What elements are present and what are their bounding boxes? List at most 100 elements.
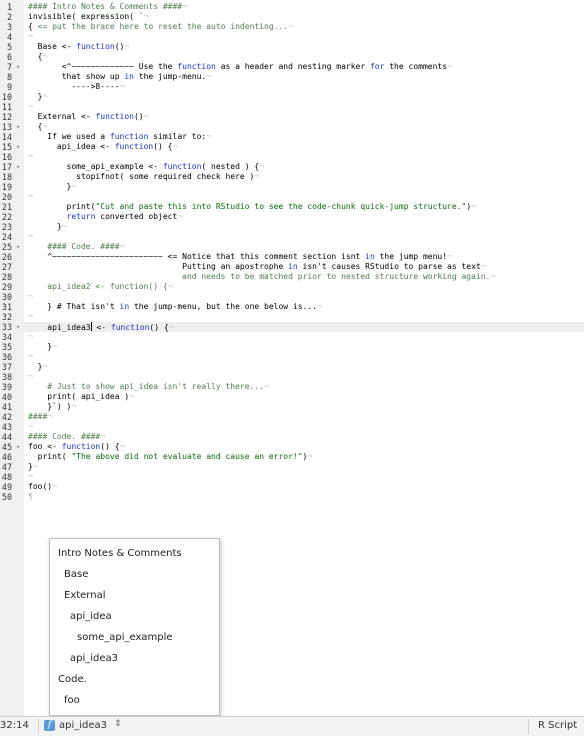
code-line[interactable]: 7 ▾ <^~~~~~~~~~~~~~ Use the function as a… xyxy=(0,62,584,72)
code-line[interactable]: 4 ¬ xyxy=(0,32,584,42)
invisible-char: ¬ xyxy=(119,242,125,251)
code-line[interactable]: 34 ¬ xyxy=(0,332,584,342)
code-line[interactable]: 32 ¬ xyxy=(0,312,584,322)
code-line[interactable]: 43 ¬ xyxy=(0,422,584,432)
code-token: function xyxy=(177,62,216,71)
jump-menu-item[interactable]: Base xyxy=(50,564,219,585)
line-number: 44 xyxy=(1,432,12,442)
code-line[interactable]: 10 }¬ xyxy=(0,92,584,102)
code-line[interactable]: 13 ▾ {¬ xyxy=(0,122,584,132)
code-line[interactable]: 37 }¬ xyxy=(0,362,584,372)
code-token: () { xyxy=(100,442,120,451)
code-line[interactable]: 27 Putting an apostrophe in isn't causes… xyxy=(0,262,584,272)
code-line[interactable]: 47}¬ xyxy=(0,462,584,472)
language-selector[interactable]: R Script xyxy=(538,720,577,731)
code-line[interactable]: 8 that show up in the jump-menu.¬ xyxy=(0,72,584,82)
jump-menu-item[interactable]: api_idea3 xyxy=(50,648,219,669)
code-line[interactable]: 29 api_idea2 <- function() {¬ xyxy=(0,282,584,292)
code-token: () xyxy=(114,42,125,51)
code-text: return converted object¬ xyxy=(28,212,183,222)
code-line[interactable]: 11 ¬ xyxy=(0,102,584,112)
code-text: }¬ xyxy=(28,182,77,192)
code-text: foo()¬ xyxy=(28,482,57,492)
line-number: 3 xyxy=(6,22,12,32)
code-line[interactable]: 20 ¬ xyxy=(0,192,584,202)
code-line[interactable]: 40 print( api_idea )¬ xyxy=(0,392,584,402)
code-text: print( "The above did not evaluate and c… xyxy=(28,452,313,462)
code-line[interactable]: 23 }¬ xyxy=(0,222,584,232)
code-line[interactable]: 24 ¬ xyxy=(0,232,584,242)
line-number: 24 xyxy=(1,232,12,242)
code-line[interactable]: 12 External <- function()¬ xyxy=(0,112,584,122)
line-number: 27 xyxy=(1,262,12,272)
fold-toggle-icon[interactable]: ▾ xyxy=(14,162,22,172)
code-text: ¬ xyxy=(28,232,33,242)
invisible-char: ¬ xyxy=(168,323,174,332)
code-token: foo <- xyxy=(28,442,62,451)
code-text: }¬ xyxy=(28,362,48,372)
jump-menu-item[interactable]: External xyxy=(50,585,219,606)
invisible-char: ¬ xyxy=(28,422,33,431)
jump-menu-item[interactable]: Code. xyxy=(50,669,219,690)
jump-menu-item[interactable]: api_idea xyxy=(50,606,219,627)
invisible-char: ¬ xyxy=(100,432,106,441)
code-text: ¬ xyxy=(28,312,33,322)
code-token: print( api_idea ) xyxy=(28,392,130,401)
code-line[interactable]: 5 Base <- function()¬ xyxy=(0,42,584,52)
code-line[interactable]: 33 ▾ api_idea3 <- function() {¬ xyxy=(0,322,584,332)
fold-toggle-icon[interactable]: ▾ xyxy=(14,122,22,132)
fold-toggle-icon[interactable]: ▾ xyxy=(14,62,22,72)
invisible-char: ¬ xyxy=(119,442,125,451)
jump-menu-item[interactable]: Intro Notes & Comments xyxy=(50,543,219,564)
code-line[interactable]: 30 ¬ xyxy=(0,292,584,302)
line-number: 9 xyxy=(6,82,12,92)
fold-toggle-icon[interactable]: ▾ xyxy=(14,242,22,252)
code-line[interactable]: 17 ▾ some_api_example <- function( nested… xyxy=(0,162,584,172)
code-line[interactable]: 6 {¬ xyxy=(0,52,584,62)
code-line[interactable]: 39 # Just to show api_idea isn't really … xyxy=(0,382,584,392)
code-line[interactable]: 15 ▾ api_idea <- function() {¬ xyxy=(0,142,584,152)
function-jump-button[interactable]: f api_idea3 ⇕ xyxy=(42,718,128,734)
invisible-char: ¬ xyxy=(119,82,125,91)
code-line[interactable]: 3 { <= put the brace here to reset the au… xyxy=(0,22,584,32)
code-line[interactable]: 36 ¬ xyxy=(0,352,584,362)
code-line[interactable]: 41 }`) )¬ xyxy=(0,402,584,412)
code-line[interactable]: 22 return converted object¬ xyxy=(0,212,584,222)
invisible-char: ¬ xyxy=(71,402,77,411)
fold-toggle-icon[interactable]: ▾ xyxy=(14,142,22,152)
fold-toggle-icon[interactable]: ▾ xyxy=(14,442,22,452)
code-line[interactable]: 18 stopifnot( some required check here )… xyxy=(0,172,584,182)
code-line[interactable]: 38 ¬ xyxy=(0,372,584,382)
code-line[interactable]: 14 If we used a function similar to:¬ xyxy=(0,132,584,142)
invisible-char: ¬ xyxy=(42,92,48,101)
jump-menu-popup[interactable]: Intro Notes & Comments Base External api_id… xyxy=(49,538,220,716)
code-line[interactable]: 46 print( "The above did not evaluate an… xyxy=(0,452,584,462)
line-number: 16 xyxy=(1,152,12,162)
code-token: } # That isn't xyxy=(28,302,120,311)
code-line[interactable]: 26 ^~~~~~~~~~~~~~~~~~~~~~~~ <= Notice th… xyxy=(0,252,584,262)
code-line[interactable]: 1 #### Intro Notes & Comments ####¬ xyxy=(0,2,584,12)
code-line[interactable]: 50 ¶ xyxy=(0,492,584,502)
code-line[interactable]: 35 }¬ xyxy=(0,342,584,352)
cursor-position: 32:14 xyxy=(0,720,29,731)
code-line[interactable]: 31 } # That isn't in the jump-menu, but … xyxy=(0,302,584,312)
code-line[interactable]: 48 ¬ xyxy=(0,472,584,482)
code-line[interactable]: 25 ▾ #### Code. ####¬ xyxy=(0,242,584,252)
jump-menu-item[interactable]: foo xyxy=(50,690,219,711)
code-line[interactable]: 45 ▾ foo <- function() {¬ xyxy=(0,442,584,452)
code-text: ¬ xyxy=(28,332,33,342)
code-line[interactable]: 2 invisible( expression( `¬ xyxy=(0,12,584,22)
fold-toggle-icon[interactable]: ▾ xyxy=(14,322,22,332)
status-bar: 32:14 f api_idea3 ⇕ R Script xyxy=(0,716,584,736)
line-number: 1 xyxy=(6,2,12,12)
code-line[interactable]: 49 foo()¬ xyxy=(0,482,584,492)
code-line[interactable]: 21 print("Cut and paste this into RStudi… xyxy=(0,202,584,212)
code-line[interactable]: 28 and needs to be matched prior to nest… xyxy=(0,272,584,282)
code-line[interactable]: 42 ####¬ xyxy=(0,412,584,422)
code-line[interactable]: 16 ¬ xyxy=(0,152,584,162)
code-line[interactable]: 9 ---->8----¬ xyxy=(0,82,584,92)
code-text: stopifnot( some required check here )¬ xyxy=(28,172,259,182)
code-line[interactable]: 19 }¬ xyxy=(0,182,584,192)
jump-menu-item[interactable]: some_api_example xyxy=(50,627,219,648)
code-line[interactable]: 44 #### Code. ####¬ xyxy=(0,432,584,442)
